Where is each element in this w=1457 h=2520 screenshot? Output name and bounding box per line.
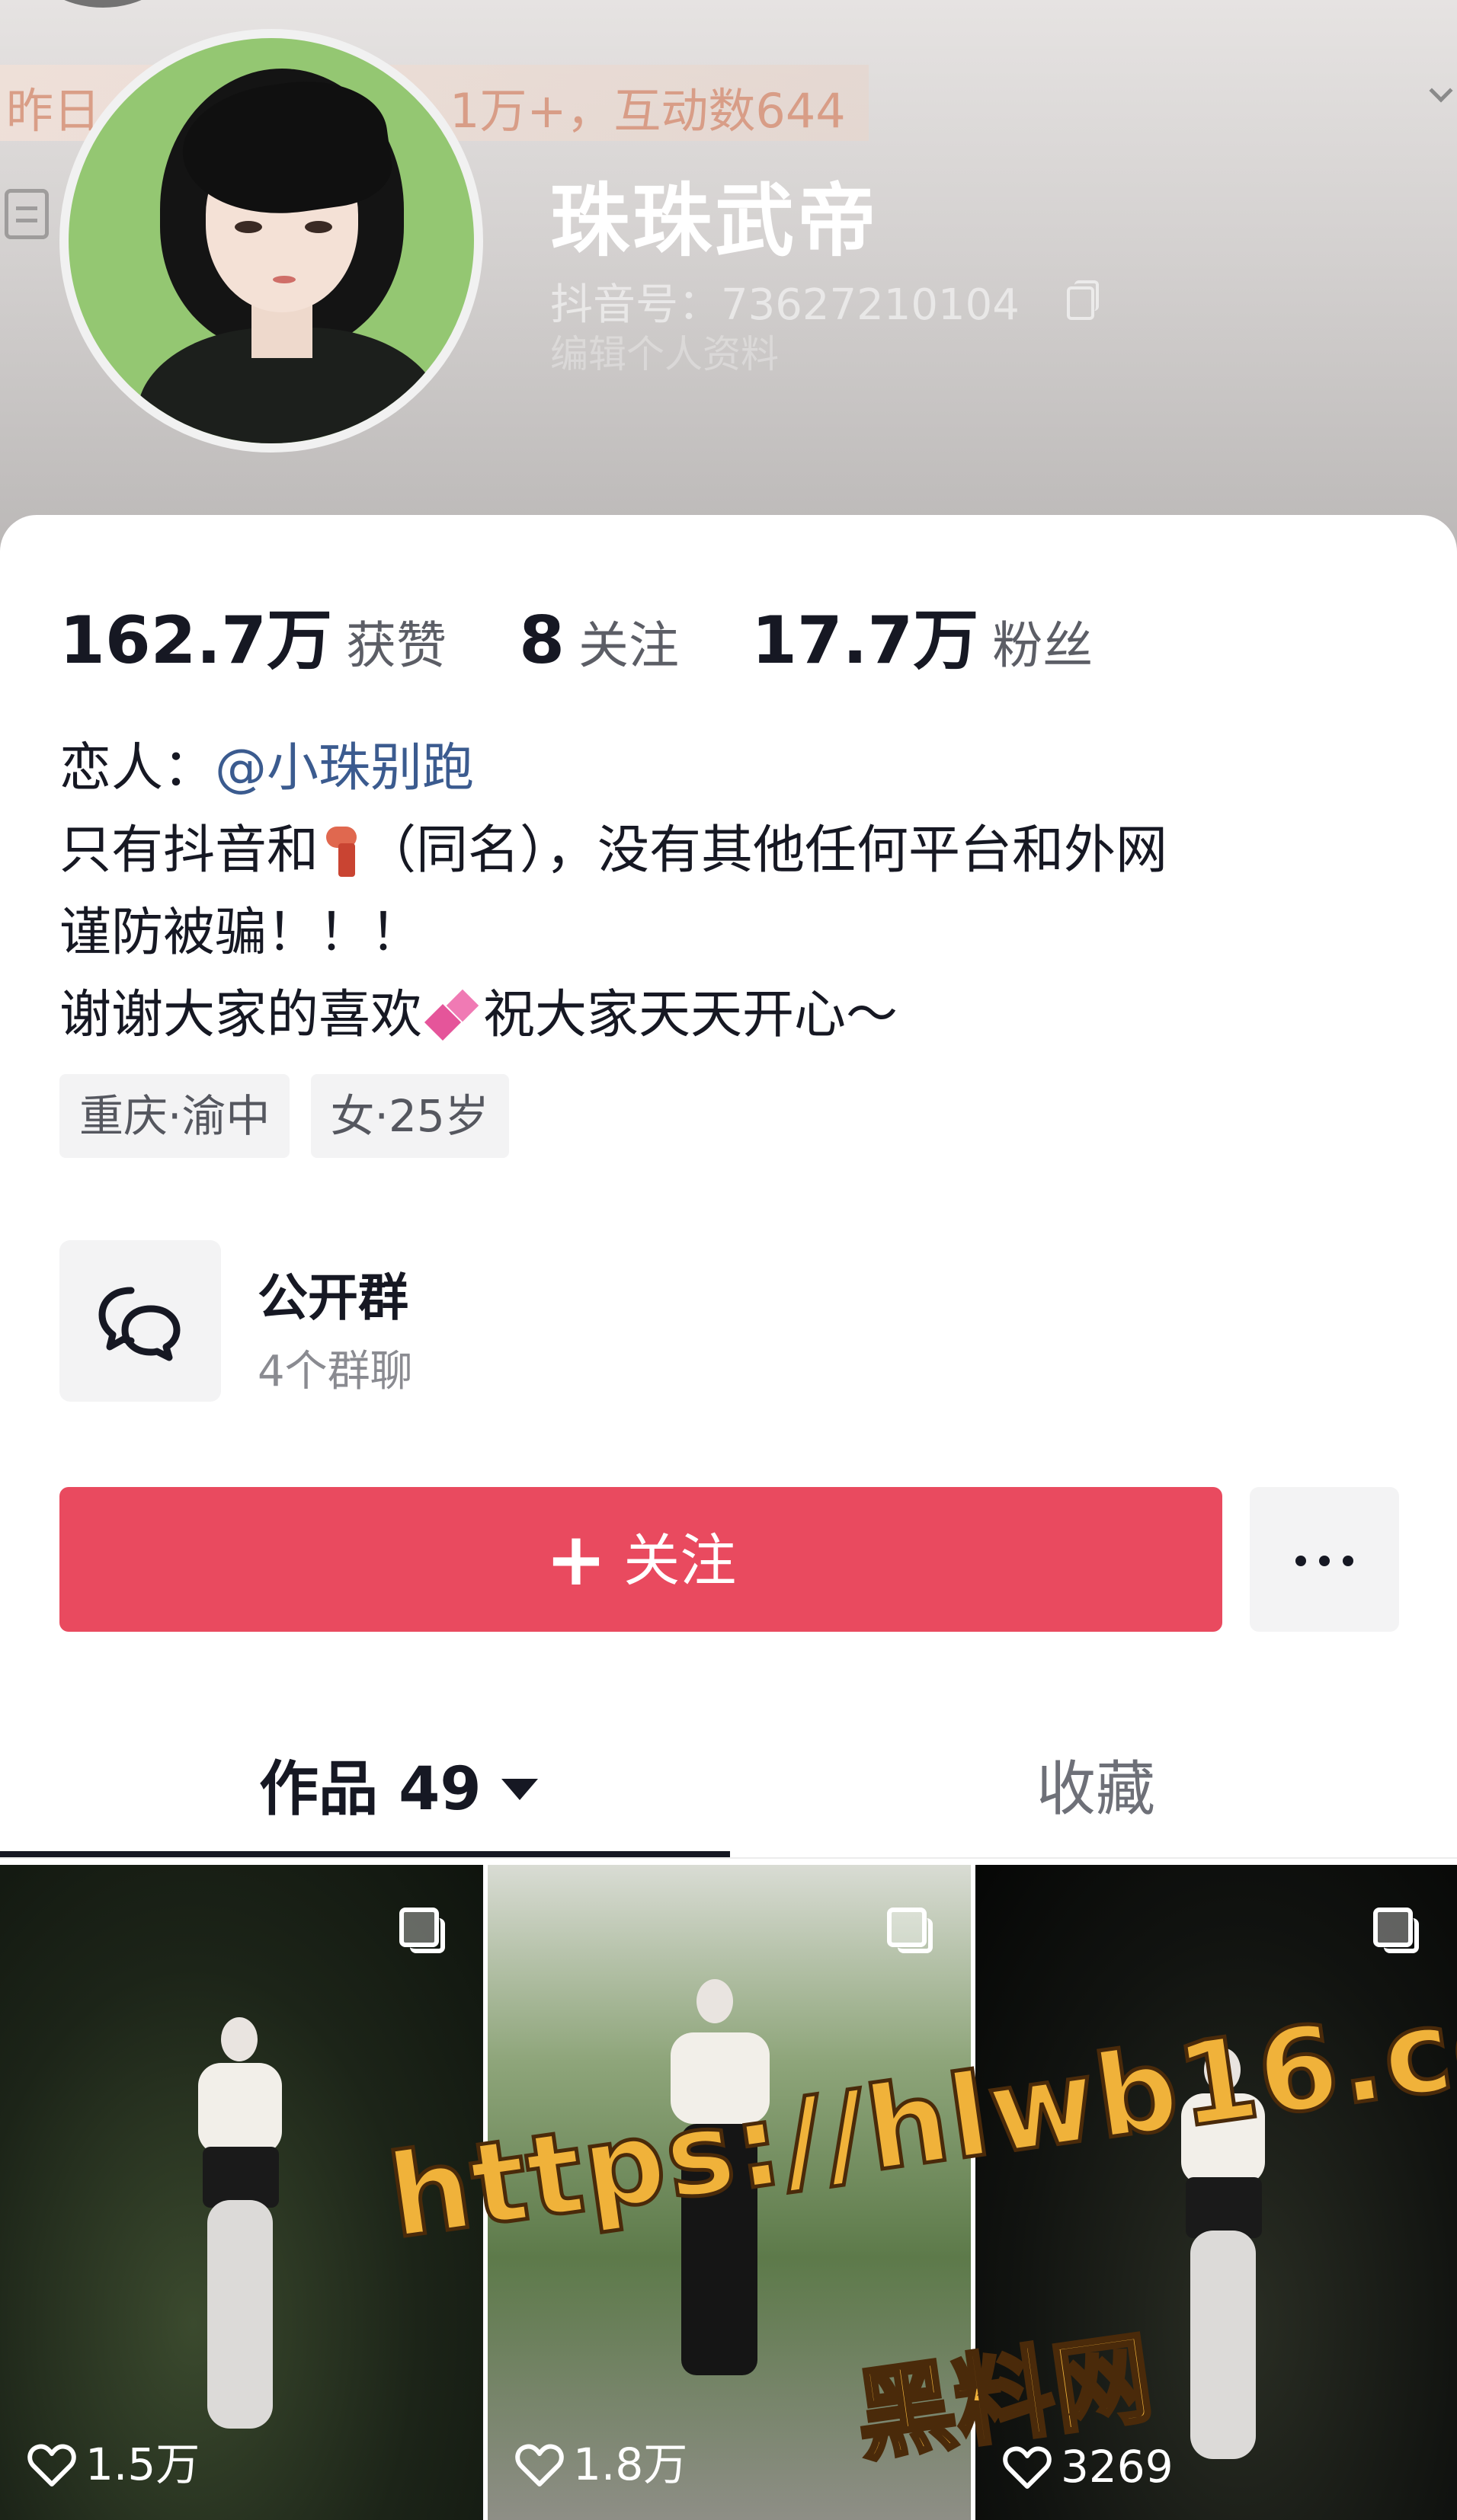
two-hearts-emoji-icon	[422, 988, 483, 1041]
group-count: 4个群聊	[258, 1347, 413, 1396]
nickname: 珠珠武帝	[550, 174, 880, 267]
scarf-emoji-icon	[322, 823, 361, 877]
bio-line-thanks: 谢谢大家的喜欢 祝大家天天开心～	[59, 985, 898, 1045]
multi-image-icon	[399, 1908, 445, 1953]
heart-icon	[27, 2444, 76, 2486]
douyin-id: 抖音号：73627210104	[550, 280, 1020, 330]
stat-likes[interactable]: 162.7万 获赞	[59, 587, 447, 682]
follow-button[interactable]: + 关注	[59, 1487, 1222, 1632]
post-likes: 1.8万	[515, 2429, 687, 2493]
multi-image-icon	[1373, 1908, 1419, 1953]
bio: 恋人：@小珠别跑 只有抖音和 （同名），没有其他任何平台和外网 谨防被骗！！！ 谢…	[59, 728, 1167, 1057]
bio-line-warning: 谨防被骗！！！	[59, 903, 423, 963]
group-title[interactable]: 公开群	[258, 1257, 408, 1330]
edit-profile-link[interactable]: 编辑个人资料	[550, 324, 779, 379]
more-dot-icon	[1295, 1556, 1306, 1566]
public-group-entry[interactable]	[59, 1240, 221, 1402]
dropdown-caret-icon[interactable]	[501, 1779, 538, 1800]
location-tag: 重庆·渝中	[59, 1074, 290, 1158]
active-tab-indicator	[0, 1851, 730, 1857]
tab-favorites[interactable]: 收藏	[1036, 1741, 1155, 1827]
heart-icon	[515, 2444, 564, 2486]
avatar[interactable]	[59, 29, 483, 453]
profile-stats: 162.7万 获赞 8 关注 17.7万 粉丝	[59, 587, 1161, 679]
stats-strip-right: 1万+，互动数644	[450, 83, 846, 139]
bio-line-partner: 恋人：@小珠别跑	[59, 738, 475, 798]
stats-strip-left: 昨日	[6, 83, 101, 139]
stat-following[interactable]: 8 关注	[519, 603, 679, 679]
tab-divider	[0, 1857, 1457, 1859]
post-likes: 1.5万	[27, 2429, 200, 2493]
more-options-button[interactable]	[1250, 1487, 1399, 1632]
bio-line-platform: 只有抖音和 （同名），没有其他任何平台和外网	[59, 820, 1168, 881]
partner-mention-link[interactable]: @小珠别跑	[215, 738, 474, 798]
plus-icon: +	[545, 1517, 607, 1602]
more-dot-icon	[1343, 1556, 1353, 1566]
tab-works[interactable]: 作品 49	[259, 1741, 538, 1827]
copy-icon[interactable]	[1067, 280, 1099, 320]
profile-tags: 重庆·渝中 女·25岁	[59, 1074, 526, 1158]
chat-bubbles-icon	[98, 1287, 181, 1361]
document-icon[interactable]	[5, 189, 49, 239]
more-dot-icon	[1319, 1556, 1330, 1566]
multi-image-icon	[887, 1908, 933, 1953]
gender-age-tag: 女·25岁	[310, 1074, 509, 1158]
stat-followers[interactable]: 17.7万 粉丝	[751, 587, 1093, 682]
